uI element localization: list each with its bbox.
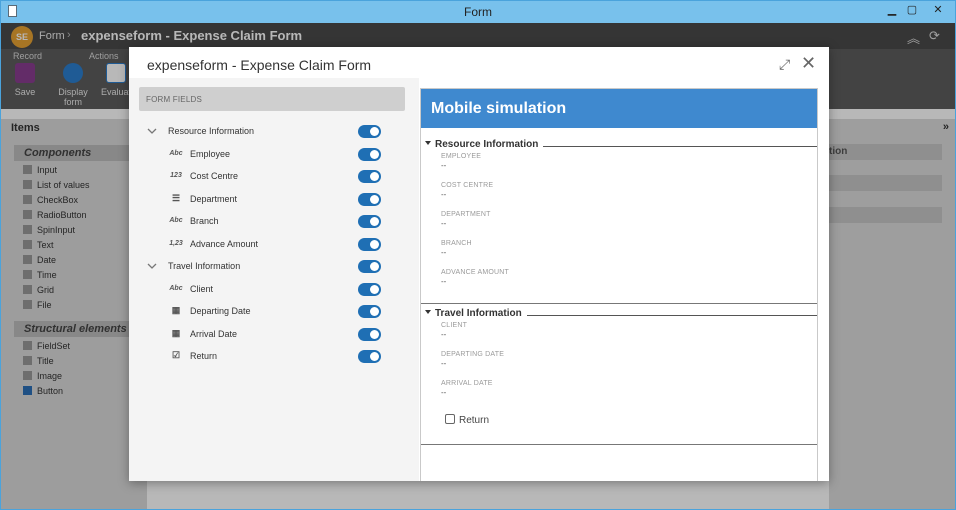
mobile-field: ARRIVAL DATE -- — [441, 380, 493, 397]
close-window-button[interactable]: ✕ — [925, 3, 951, 19]
maximize-button[interactable]: ▢ — [901, 3, 923, 19]
form-field-row[interactable]: ☰ Department — [129, 190, 419, 212]
form-field-row[interactable]: 1,23 Advance Amount — [129, 235, 419, 257]
field-visibility-toggle[interactable] — [358, 125, 381, 138]
form-field-row[interactable]: Resource Information — [129, 122, 419, 144]
section-divider — [421, 444, 817, 445]
mobile-header: Mobile simulation — [421, 89, 817, 128]
mobile-field-label: CLIENT — [441, 322, 468, 329]
field-visibility-toggle[interactable] — [358, 327, 381, 341]
chevron-down-icon[interactable] — [147, 126, 157, 136]
form-field-row[interactable]: Abc Branch — [129, 212, 419, 234]
field-visibility-toggle[interactable] — [358, 147, 381, 161]
form-fields-panel: FORM FIELDS Resource Information Abc Emplo… — [129, 78, 419, 481]
form-field-label: Department — [190, 193, 238, 204]
return-checkbox-label: Return — [459, 415, 490, 426]
mobile-field: COST CENTRE -- — [441, 182, 493, 199]
form-field-row[interactable]: ☑ Return — [129, 347, 419, 369]
mobile-field-value: -- — [441, 161, 447, 170]
calendar-icon: ▦ — [171, 305, 181, 315]
mobile-field: ADVANCE AMOUNT -- — [441, 269, 509, 286]
return-checkbox[interactable]: Return — [445, 414, 489, 426]
window-titlebar: Form ▁ ▢ ✕ — [1, 1, 955, 23]
field-visibility-toggle[interactable] — [358, 192, 381, 206]
form-field-label: Client — [190, 283, 214, 294]
mobile-field: BRANCH -- — [441, 240, 472, 257]
form-field-label: Resource Information — [168, 126, 255, 136]
application-window: Form ▁ ▢ ✕ SE Form › expenseform - Expen… — [0, 0, 956, 510]
field-visibility-toggle[interactable] — [358, 282, 381, 296]
minimize-button[interactable]: ▁ — [881, 3, 903, 19]
mobile-field: DEPARTMENT -- — [441, 211, 491, 228]
form-field-label: Advance Amount — [190, 238, 259, 249]
window-title: Form — [464, 5, 492, 19]
mobile-field-value: -- — [441, 277, 447, 286]
field-visibility-toggle[interactable] — [358, 305, 381, 318]
checkbox-box-icon[interactable] — [445, 414, 455, 424]
calendar-icon: ▦ — [171, 327, 181, 338]
form-field-label: Departing Date — [190, 306, 251, 316]
form-field-row[interactable]: Abc Employee — [129, 145, 419, 167]
collapse-triangle-icon — [425, 310, 431, 314]
text-icon: Abc — [169, 149, 183, 157]
section-title-text: Resource Information — [435, 139, 539, 150]
mobile-field-value: -- — [441, 219, 447, 228]
mobile-section-resource: Resource Information EMPLOYEE -- COST CEN… — [421, 139, 817, 286]
form-field-label: Employee — [190, 148, 231, 159]
text-icon: Abc — [169, 284, 183, 292]
mobile-field-value: -- — [441, 359, 447, 368]
mobile-field-label: ADVANCE AMOUNT — [441, 269, 510, 276]
field-visibility-toggle[interactable] — [358, 350, 381, 363]
field-visibility-toggle[interactable] — [358, 260, 381, 273]
mobile-section-title[interactable]: Travel Information — [425, 308, 522, 319]
form-field-row[interactable]: Travel Information — [129, 257, 419, 279]
mobile-field: CLIENT -- — [441, 322, 467, 339]
mobile-simulation-panel: Mobile simulation Resource Information E… — [419, 78, 829, 481]
mobile-section-title[interactable]: Resource Information — [425, 139, 538, 150]
section-divider — [421, 303, 817, 304]
mobile-field-label: DEPARTMENT — [441, 211, 491, 218]
mobile-field-value: -- — [441, 248, 447, 257]
field-visibility-toggle[interactable] — [358, 170, 381, 183]
mobile-field-label: COST CENTRE — [441, 182, 494, 189]
dialog-title: expenseform - Expense Claim Form — [147, 57, 372, 73]
form-preview-dialog: expenseform - Expense Claim Form ⤢ ✕ FOR… — [129, 47, 829, 481]
section-rule — [543, 146, 817, 147]
mobile-field-label: DEPARTING DATE — [441, 351, 505, 358]
mobile-preview: Mobile simulation Resource Information E… — [420, 88, 818, 481]
form-fields-header: FORM FIELDS — [139, 87, 405, 111]
section-title-text: Travel Information — [435, 308, 522, 319]
form-field-label: Arrival Date — [190, 328, 238, 339]
form-field-row[interactable]: ▦ Departing Date — [129, 302, 419, 324]
maximize-dialog-icon[interactable]: ⤢ — [779, 56, 790, 73]
form-field-label: Travel Information — [168, 261, 241, 271]
text-icon: Abc — [169, 217, 183, 224]
checkbox-icon: ☑ — [171, 350, 181, 360]
decimal-icon: 1,23 — [169, 239, 183, 247]
mobile-field-label: ARRIVAL DATE — [441, 380, 493, 387]
mobile-field-value: -- — [441, 388, 447, 397]
mobile-field-label: BRANCH — [441, 240, 472, 247]
form-field-row[interactable]: ▦ Arrival Date — [129, 325, 419, 347]
mobile-field: EMPLOYEE -- — [441, 153, 481, 170]
field-visibility-toggle[interactable] — [358, 237, 381, 251]
mobile-field: DEPARTING DATE -- — [441, 351, 504, 368]
mobile-title: Mobile simulation — [431, 100, 567, 117]
form-field-row[interactable]: 123 Cost Centre — [129, 167, 419, 189]
collapse-triangle-icon — [425, 141, 431, 145]
number-icon: 123 — [170, 172, 182, 179]
mobile-field-value: -- — [441, 330, 447, 339]
mobile-field-value: -- — [441, 190, 447, 199]
section-rule — [527, 315, 817, 316]
list-icon: ☰ — [171, 192, 181, 203]
mobile-section-travel: Travel Information CLIENT -- DEPARTING DA… — [421, 308, 817, 428]
form-field-row[interactable]: Abc Client — [129, 280, 419, 302]
form-field-label: Branch — [190, 216, 219, 226]
close-dialog-icon[interactable]: ✕ — [801, 53, 816, 74]
mobile-field-label: EMPLOYEE — [441, 153, 482, 160]
form-field-label: Cost Centre — [190, 171, 239, 181]
chevron-down-icon[interactable] — [147, 261, 157, 271]
field-visibility-toggle[interactable] — [358, 215, 381, 228]
form-field-label: Return — [190, 351, 218, 361]
